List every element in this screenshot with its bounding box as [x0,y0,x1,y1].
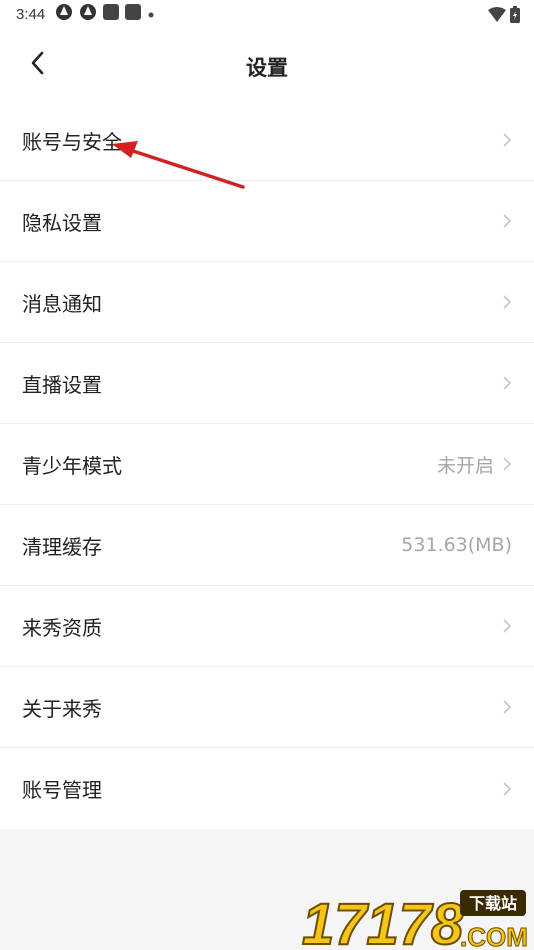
status-time: 3:44 [16,5,46,23]
settings-item-account-management[interactable]: 账号管理 [0,748,534,829]
settings-item-label: 青少年模式 [22,453,122,478]
settings-item-label: 直播设置 [22,372,102,397]
settings-item-label: 关于来秀 [22,696,102,721]
chevron-right-icon [502,375,512,391]
cache-size: 531.63(MB) [401,534,512,556]
app-icon [103,4,120,24]
settings-item-label: 账号与安全 [22,129,122,154]
status-right [488,6,520,27]
chevron-right-icon [502,294,512,310]
settings-item-label: 隐私设置 [22,210,102,235]
settings-item-clear-cache[interactable]: 清理缓存 531.63(MB) [0,505,534,586]
settings-item-label: 账号管理 [22,778,102,802]
status-bar: 3:44 [0,0,534,28]
header: 设置 [0,28,534,100]
settings-item-teen-mode[interactable]: 青少年模式 未开启 [0,424,534,505]
app-icon [125,4,142,24]
settings-item-qualification[interactable]: 来秀资质 [0,586,534,667]
notification-icon [79,3,97,25]
settings-item-label: 清理缓存 [22,534,102,559]
chevron-right-icon [502,618,512,634]
settings-item-account-security[interactable]: 账号与安全 [0,100,534,181]
settings-item-notifications[interactable]: 消息通知 [0,262,534,343]
chevron-right-icon [502,781,512,797]
settings-item-about[interactable]: 关于来秀 [0,667,534,748]
settings-list: 账号与安全 隐私设置 消息通知 直播设置 青少年模式 未开启 清理缓存 531.… [0,100,534,829]
wifi-icon [488,7,506,26]
chevron-right-icon [502,456,512,472]
watermark-suffix: .COM [460,922,528,950]
watermark-tag: 下载站 [469,894,517,913]
watermark-number: 17178 [302,892,464,950]
watermark-logo: 17178 下载站 .COM [300,888,530,950]
battery-icon [510,6,520,27]
settings-item-privacy[interactable]: 隐私设置 [0,181,534,262]
chevron-right-icon [502,213,512,229]
settings-item-live[interactable]: 直播设置 [0,343,534,424]
settings-item-label: 消息通知 [22,291,102,316]
page-title: 设置 [246,56,288,80]
teen-mode-status: 未开启 [436,454,494,477]
chevron-right-icon [502,699,512,715]
settings-item-label: 来秀资质 [22,615,102,640]
dot-icon [147,5,155,23]
notification-icon [55,3,73,25]
chevron-right-icon [502,132,512,148]
